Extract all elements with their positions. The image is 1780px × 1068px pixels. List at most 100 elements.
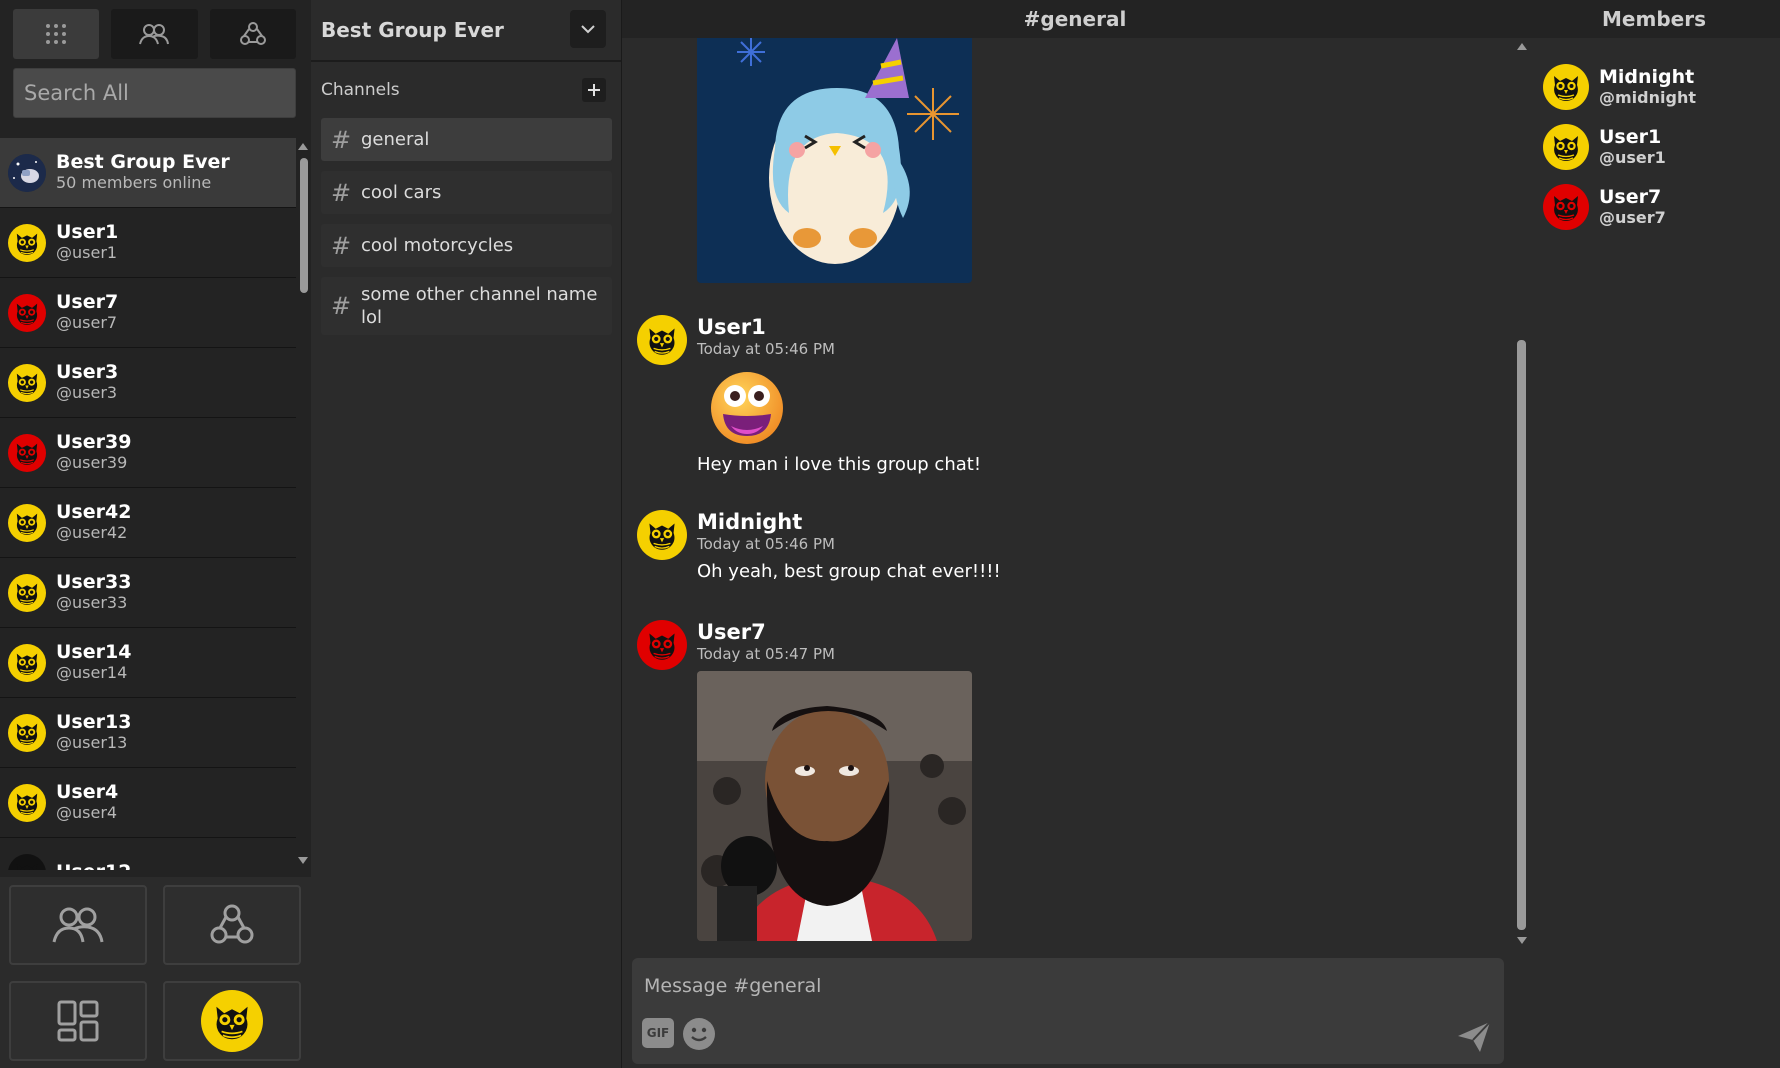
channel-item[interactable]: # cool cars <box>321 171 612 214</box>
owl-icon <box>641 514 683 556</box>
group-menu-button[interactable] <box>570 10 606 48</box>
message-avatar[interactable] <box>637 315 687 365</box>
message-author[interactable]: User7 <box>697 620 972 645</box>
friends-nav-button[interactable] <box>9 885 147 965</box>
friends-icon <box>52 907 104 943</box>
emoji-picker-icon[interactable] <box>682 1017 716 1051</box>
user-name: User12 <box>56 861 131 870</box>
dashboard-nav-button[interactable] <box>9 981 147 1061</box>
message-composer: GIF <box>632 958 1504 1064</box>
message-text: Oh yeah, best group chat ever!!!! <box>697 560 1001 582</box>
message-feed: User1 Today at 05:46 PM Hey man i love t… <box>622 38 1514 948</box>
list-item-user[interactable]: User14 @user14 <box>0 628 296 698</box>
list-item-user[interactable]: User4 @user4 <box>0 768 296 838</box>
user-name: User33 <box>56 571 132 594</box>
members-header: Members <box>1528 0 1780 38</box>
user-name: User39 <box>56 431 132 454</box>
scroll-down-arrow-icon[interactable] <box>1517 937 1527 944</box>
channel-item[interactable]: # some other channel name lol <box>321 277 612 335</box>
user-name: User4 <box>56 781 119 804</box>
owl-icon <box>206 995 258 1047</box>
chat-header: #general <box>622 0 1528 38</box>
owl-icon <box>10 646 44 680</box>
list-item-user[interactable]: User12 <box>0 838 296 870</box>
add-channel-button[interactable] <box>582 78 606 102</box>
owl-icon <box>10 366 44 400</box>
reaction-gif-image[interactable] <box>697 670 972 941</box>
list-item-user[interactable]: User42 @user42 <box>0 488 296 558</box>
list-item-user[interactable]: User3 @user3 <box>0 348 296 418</box>
list-item-group[interactable]: Best Group Ever 50 members online <box>0 138 296 208</box>
scroll-down-arrow-icon[interactable] <box>298 857 308 864</box>
grinning-emoji <box>709 370 785 446</box>
owl-icon <box>641 624 683 666</box>
owl-icon <box>1546 187 1586 227</box>
owl-icon <box>1546 127 1586 167</box>
message-timestamp: Today at 05:46 PM <box>697 535 835 554</box>
member-name: User1 <box>1599 125 1662 148</box>
member-name: Midnight <box>1599 65 1695 88</box>
user-avatar <box>8 713 46 752</box>
user-handle: @user42 <box>56 523 128 543</box>
chat-area: #general User1 Today at 05:46 PM Hey man… <box>622 0 1528 1068</box>
user-name: User3 <box>56 361 119 384</box>
member-item[interactable]: User7 @user7 <box>1543 182 1666 232</box>
scroll-up-arrow-icon[interactable] <box>298 143 308 150</box>
profile-avatar <box>201 990 263 1052</box>
members-title: Members <box>1602 7 1706 31</box>
user-avatar <box>8 433 46 472</box>
list-item-user[interactable]: User13 @user13 <box>0 698 296 768</box>
member-avatar <box>1543 184 1589 230</box>
party-penguin-image <box>697 38 972 283</box>
scroll-up-arrow-icon[interactable] <box>1517 43 1527 50</box>
owl-icon <box>10 436 44 470</box>
tab-grid[interactable] <box>13 9 100 59</box>
feed-scrollbar-thumb[interactable] <box>1517 340 1526 930</box>
channel-title: #general <box>1023 7 1127 31</box>
left-sidebar: Best Group Ever 50 members online User1@… <box>0 0 311 1068</box>
channel-item[interactable]: # cool motorcycles <box>321 224 612 267</box>
user-handle: @user13 <box>56 733 128 753</box>
message-author[interactable]: User1 <box>697 315 981 340</box>
send-icon[interactable] <box>1456 1020 1492 1054</box>
owl-icon <box>10 226 44 260</box>
tab-groups[interactable] <box>209 9 296 59</box>
search-input[interactable] <box>13 68 296 118</box>
conversation-scrollbar-thumb[interactable] <box>300 158 308 293</box>
member-handle: @user7 <box>1599 207 1666 227</box>
user-handle: @user3 <box>56 383 118 403</box>
member-item[interactable]: Midnight @midnight <box>1543 62 1696 112</box>
profile-nav-button[interactable] <box>163 981 301 1061</box>
user-name: User14 <box>56 641 132 664</box>
message-timestamp: Today at 05:47 PM <box>697 645 835 664</box>
members-panel: Members Midnight @midnight User1 @user1 User… <box>1528 0 1780 1068</box>
owl-icon <box>10 856 44 871</box>
owl-icon <box>10 716 44 750</box>
list-item-user[interactable]: User33 @user33 <box>0 558 296 628</box>
channel-name: general <box>361 128 430 150</box>
list-item-user[interactable]: User39 @user39 <box>0 418 296 488</box>
user-name: User13 <box>56 711 132 734</box>
chevron-down-icon <box>581 25 595 34</box>
group-name: Best Group Ever <box>56 151 230 174</box>
channel-list: # general # cool cars # cool motorcycles # some… <box>311 118 621 335</box>
message-input[interactable] <box>644 968 1464 1004</box>
message-author[interactable]: Midnight <box>697 510 1001 535</box>
list-item-user[interactable]: User1 @user1 <box>0 208 296 278</box>
message-avatar[interactable] <box>637 620 687 670</box>
member-avatar <box>1543 64 1589 110</box>
message-text: Hey man i love this group chat! <box>697 453 982 475</box>
channel-item[interactable]: # general <box>321 118 612 161</box>
list-item-user[interactable]: User7 @user7 <box>0 278 296 348</box>
hash-icon: # <box>330 292 352 320</box>
message-avatar[interactable] <box>637 510 687 560</box>
member-name: User7 <box>1599 185 1662 208</box>
user-avatar <box>8 573 46 612</box>
user-handle: @user1 <box>56 243 118 263</box>
gif-button[interactable]: GIF <box>642 1018 674 1048</box>
member-item[interactable]: User1 @user1 <box>1543 122 1666 172</box>
tab-friends[interactable] <box>111 9 198 59</box>
user-avatar <box>8 223 46 262</box>
groups-nav-button[interactable] <box>163 885 301 965</box>
channels-section-header: Channels <box>311 62 621 118</box>
